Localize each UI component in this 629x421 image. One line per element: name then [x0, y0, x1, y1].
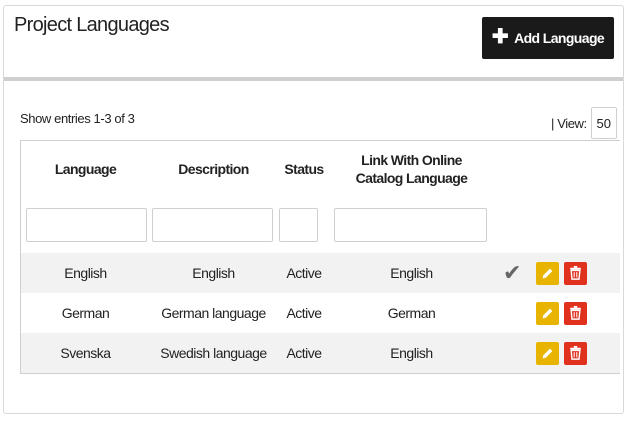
panel-header: Project Languages ✚ Add Language [4, 6, 623, 81]
status-cell: Active [277, 253, 331, 293]
default-cell [492, 333, 532, 373]
add-language-label: Add Language [514, 30, 605, 46]
delete-button[interactable] [564, 301, 587, 325]
edit-button[interactable] [536, 301, 559, 325]
languages-table-container: Language Description Status Link With On… [20, 140, 620, 374]
entries-info: Show entries 1-3 of 3 [20, 111, 135, 126]
language-cell: English [21, 253, 150, 293]
status-cell: Active [277, 293, 331, 333]
delete-button[interactable] [564, 261, 587, 285]
language-cell: Svenska [21, 333, 150, 373]
catalog-language-cell: German [331, 293, 492, 333]
status-filter-input[interactable] [279, 208, 318, 242]
view-control: | View: 50 [551, 107, 617, 139]
default-cell [492, 293, 532, 333]
status-cell: Active [277, 333, 331, 373]
table-header-row: Language Description Status Link With On… [21, 141, 620, 197]
actions-cell [532, 253, 620, 293]
pencil-icon [542, 308, 553, 318]
trash-icon [570, 346, 581, 360]
page-size-select[interactable]: 50 [590, 107, 617, 139]
actions-cell [532, 333, 620, 373]
actions-cell [532, 293, 620, 333]
description-filter-input[interactable] [152, 208, 273, 242]
column-header-status[interactable]: Status [277, 141, 331, 197]
languages-table: Language Description Status Link With On… [21, 141, 620, 373]
pencil-icon [542, 348, 553, 358]
trash-icon [570, 306, 581, 320]
column-header-language[interactable]: Language [21, 141, 150, 197]
column-header-description[interactable]: Description [150, 141, 277, 197]
pencil-icon [542, 268, 553, 278]
language-cell: German [21, 293, 150, 333]
table-row: English English Active English ✔ [21, 253, 620, 293]
description-cell: German language [150, 293, 277, 333]
column-header-actions [532, 141, 620, 197]
add-language-button[interactable]: ✚ Add Language [482, 17, 614, 59]
filter-row [21, 197, 620, 253]
view-label: | View: [551, 115, 587, 131]
column-header-catalog-language[interactable]: Link With Online Catalog Language [331, 141, 492, 197]
table-row: German German language Active German [21, 293, 620, 333]
column-header-default [492, 141, 532, 197]
description-cell: English [150, 253, 277, 293]
default-cell: ✔ [492, 253, 532, 293]
catalog-language-filter-input[interactable] [334, 208, 487, 242]
table-row: Svenska Swedish language Active English [21, 333, 620, 373]
language-filter-input[interactable] [26, 208, 147, 242]
checkmark-icon: ✔ [503, 260, 521, 285]
edit-button[interactable] [536, 261, 559, 285]
edit-button[interactable] [536, 341, 559, 365]
catalog-language-cell: English [331, 333, 492, 373]
header-divider [4, 77, 623, 81]
delete-button[interactable] [564, 341, 587, 365]
page-title: Project Languages [14, 14, 170, 36]
trash-icon [570, 266, 581, 280]
catalog-language-cell: English [331, 253, 492, 293]
plus-icon: ✚ [491, 26, 509, 48]
description-cell: Swedish language [150, 333, 277, 373]
